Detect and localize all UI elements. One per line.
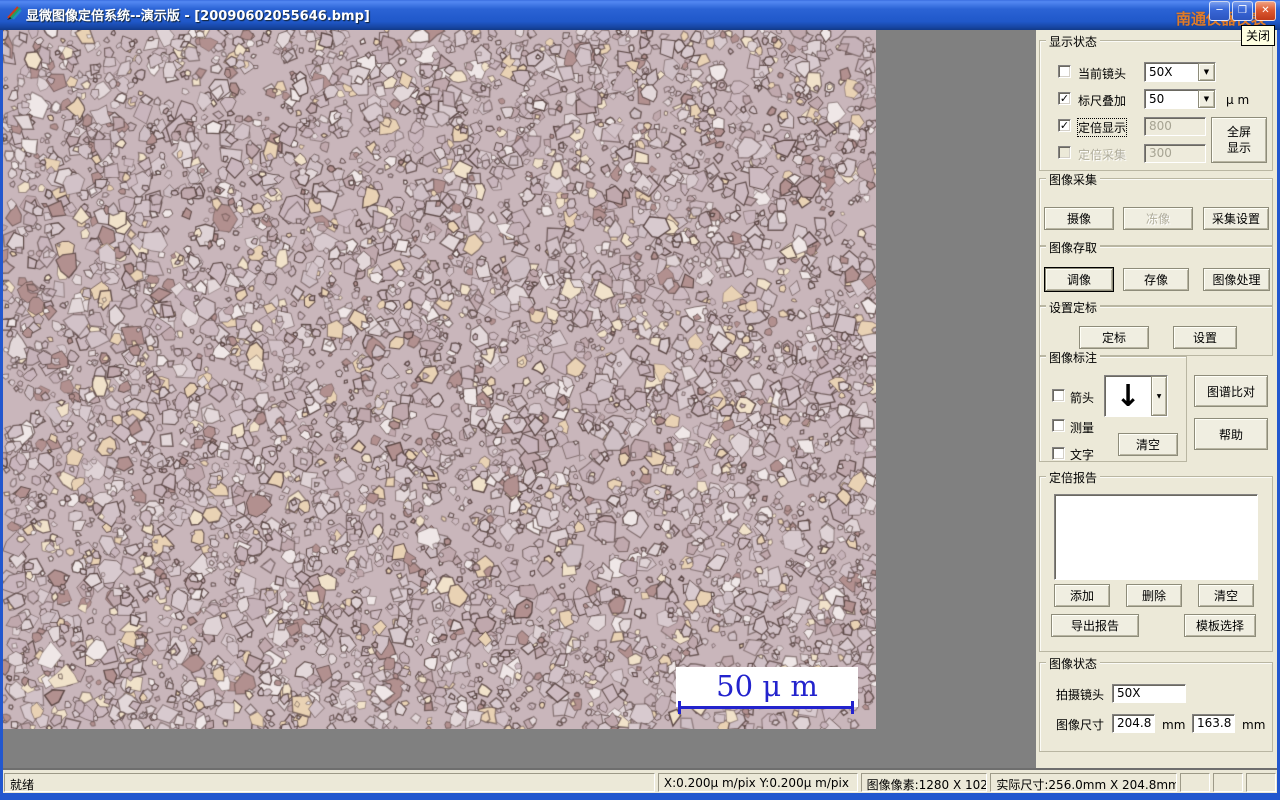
measure-label: 测量: [1070, 421, 1095, 435]
image-process-button[interactable]: 图像处理: [1203, 268, 1270, 291]
group-annotation-title: 图像标注: [1046, 349, 1101, 366]
scalebar-line: [679, 706, 853, 709]
micrograph-view[interactable]: 50 μ m: [3, 30, 876, 729]
restore-button[interactable]: ❐: [1232, 1, 1253, 21]
status-pixel-scale: X:0.200μ m/pix Y:0.200μ m/pix: [657, 773, 858, 792]
group-storage-title: 图像存取: [1046, 239, 1101, 256]
status-ready: 就绪: [4, 773, 655, 792]
report-template-button[interactable]: 模板选择: [1184, 614, 1256, 637]
fullscreen-button[interactable]: 全屏 显示: [1211, 117, 1267, 163]
group-capture-title: 图像采集: [1046, 171, 1101, 188]
scale-overlay-unit: μ m: [1226, 93, 1250, 107]
text-label: 文字: [1070, 448, 1095, 462]
title-bar: 显微图像定倍系统--演示版 - [20090602055646.bmp] 南通仪…: [0, 0, 1280, 30]
help-button[interactable]: 帮助: [1194, 418, 1268, 450]
scalebar-cap-right: [851, 701, 854, 714]
scale-overlay-checkbox[interactable]: ✓: [1058, 92, 1071, 105]
minimize-button[interactable]: ─: [1209, 1, 1230, 21]
image-height-unit: mm: [1242, 718, 1266, 732]
scale-overlay-label: 标尺叠加: [1078, 94, 1127, 108]
calibration-settings-button[interactable]: 设置: [1173, 326, 1237, 349]
group-capture: 图像采集 摄像 冻像 采集设置: [1039, 171, 1273, 246]
window-border-bottom: [0, 793, 1280, 800]
fixed-display-label: 定倍显示: [1076, 118, 1128, 137]
arrow-style-combobox[interactable]: ↓ ▼: [1104, 375, 1168, 417]
atlas-compare-button[interactable]: 图谱比对: [1194, 375, 1268, 407]
chevron-down-icon[interactable]: ▼: [1151, 376, 1167, 416]
report-delete-button[interactable]: 删除: [1126, 584, 1182, 607]
scale-overlay-combobox[interactable]: 50 ▼: [1144, 89, 1216, 109]
status-image-pixels: 图像像素:1280 X 1024: [860, 773, 988, 792]
group-display-status: 显示状态 ✓ 当前镜头 50X ▼ ✓ 标尺叠加 50 ▼ μ m ✓ 定倍显示…: [1039, 33, 1273, 171]
group-annotation: 图像标注 ✓ 箭头 ↓ ▼ ✓ 测量 清空 ✓ 文字: [1039, 349, 1187, 462]
fixed-capture-input: 300: [1144, 144, 1206, 163]
clear-annotation-button[interactable]: 清空: [1118, 433, 1178, 456]
current-lens-checkbox[interactable]: ✓: [1058, 65, 1071, 78]
load-image-button[interactable]: 调像: [1044, 267, 1114, 292]
big-down-arrow-icon: ↓: [1115, 378, 1141, 414]
window-title: 显微图像定倍系统--演示版 - [20090602055646.bmp]: [26, 9, 370, 24]
fixed-display-input: 800: [1144, 117, 1206, 136]
arrow-label: 箭头: [1070, 391, 1095, 405]
app-icon: [7, 6, 22, 20]
group-calibration-title: 设置定标: [1046, 299, 1101, 316]
fixed-display-checkbox[interactable]: ✓: [1058, 119, 1071, 132]
status-actual-size: 实际尺寸:256.0mm X 204.8mm: [990, 773, 1178, 792]
calibrate-button[interactable]: 定标: [1079, 326, 1149, 349]
micrograph-canvas[interactable]: [3, 30, 876, 729]
scalebar-label: 50 μ m: [676, 667, 858, 707]
capture-lens-value[interactable]: 50X: [1112, 684, 1186, 703]
image-height-value[interactable]: 163.8: [1192, 714, 1235, 733]
report-add-button[interactable]: 添加: [1054, 584, 1110, 607]
group-report-title: 定倍报告: [1046, 469, 1101, 486]
current-lens-combobox[interactable]: 50X ▼: [1144, 62, 1216, 82]
close-tooltip: 关闭: [1240, 25, 1275, 46]
group-storage: 图像存取 调像 存像 图像处理: [1039, 239, 1273, 306]
capture-lens-label: 拍摄镜头: [1056, 688, 1105, 702]
report-clear-button[interactable]: 清空: [1198, 584, 1254, 607]
chevron-down-icon[interactable]: ▼: [1198, 63, 1215, 81]
report-listbox[interactable]: [1054, 494, 1258, 580]
application-window: 显微图像定倍系统--演示版 - [20090602055646.bmp] 南通仪…: [0, 0, 1280, 800]
current-lens-label: 当前镜头: [1078, 67, 1127, 81]
report-export-button[interactable]: 导出报告: [1051, 614, 1139, 637]
capture-settings-button[interactable]: 采集设置: [1203, 207, 1269, 230]
close-button[interactable]: ✕: [1255, 1, 1276, 21]
group-report: 定倍报告 添加 删除 清空 导出报告 模板选择: [1039, 469, 1273, 652]
measure-checkbox[interactable]: ✓: [1052, 419, 1065, 432]
group-image-status: 图像状态 拍摄镜头 50X 图像尺寸 204.8 mm 163.8 mm: [1039, 655, 1273, 752]
save-image-button[interactable]: 存像: [1123, 268, 1189, 291]
scalebar-cap-left: [678, 701, 681, 714]
image-width-unit: mm: [1162, 718, 1186, 732]
control-panel: 显示状态 ✓ 当前镜头 50X ▼ ✓ 标尺叠加 50 ▼ μ m ✓ 定倍显示…: [1036, 30, 1277, 768]
image-size-label: 图像尺寸: [1056, 718, 1105, 732]
fixed-capture-checkbox: ✓: [1058, 146, 1071, 159]
freeze-button: 冻像: [1123, 207, 1193, 230]
image-width-value[interactable]: 204.8: [1112, 714, 1155, 733]
group-image-status-title: 图像状态: [1046, 655, 1101, 672]
status-bar: 就绪 X:0.200μ m/pix Y:0.200μ m/pix 图像像素:12…: [3, 768, 1277, 793]
arrow-checkbox[interactable]: ✓: [1052, 389, 1065, 402]
status-extra-2: [1213, 773, 1244, 792]
text-checkbox[interactable]: ✓: [1052, 447, 1065, 460]
group-display-status-title: 显示状态: [1046, 33, 1101, 50]
status-extra-1: [1180, 773, 1211, 792]
fixed-capture-label: 定倍采集: [1078, 148, 1127, 162]
chevron-down-icon[interactable]: ▼: [1198, 90, 1215, 108]
status-extra-3: [1246, 773, 1276, 792]
camera-button[interactable]: 摄像: [1044, 207, 1114, 230]
